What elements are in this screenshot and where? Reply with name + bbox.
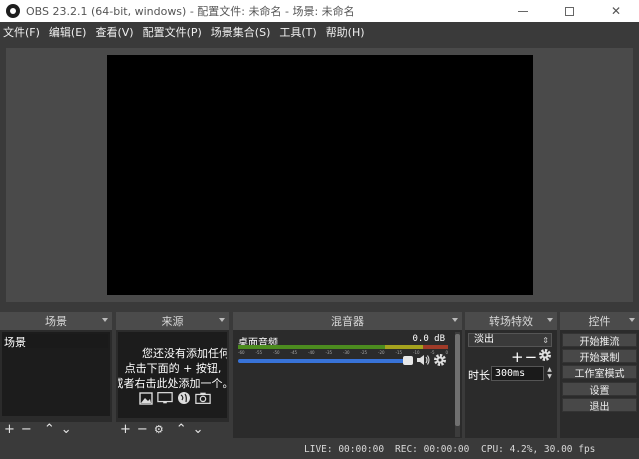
menu-tools[interactable]: 工具(T) <box>279 24 316 40</box>
dock-menu-icon[interactable] <box>547 318 553 322</box>
window-title: OBS 23.2.1 (64-bit, windows) - 配置文件: 未命名… <box>26 5 355 18</box>
controls-dock-title: 控件 <box>588 315 611 328</box>
mixer-track-db: 0.0 dB <box>412 334 445 344</box>
meter-tick-label: -55 <box>255 350 263 355</box>
transition-tools: + − <box>511 348 552 366</box>
scenes-toolbar: + − ⌃ ⌄ <box>0 422 112 438</box>
status-bar: LIVE: 00:00:00 REC: 00:00:00 CPU: 4.2%, … <box>0 441 639 459</box>
duration-spinner[interactable]: ▲ ▼ <box>545 366 554 381</box>
sources-list[interactable]: 您还没有添加任何源。 点击下面的 + 按钮, 或者右击此处添加一个。 <box>118 332 227 418</box>
transition-gear-icon[interactable] <box>538 348 552 366</box>
dock-menu-icon[interactable] <box>452 318 458 322</box>
close-icon: ✕ <box>610 4 622 18</box>
controls-dock: 控件 开始推流 开始录制 工作室模式 设置 退出 <box>560 312 639 438</box>
meter-tick-label: -30 <box>343 350 350 355</box>
title-bar: OBS 23.2.1 (64-bit, windows) - 配置文件: 未命名… <box>0 0 639 22</box>
select-arrows-icon: ⇕ <box>542 336 549 345</box>
sources-dock-header: 来源 <box>116 312 229 330</box>
mixer-dock-header: 混音器 <box>233 312 462 330</box>
move-scene-up-icon[interactable]: ⌃ <box>44 423 55 437</box>
speaker-icon[interactable] <box>416 354 430 366</box>
scenes-dock: 场景 场景 + − ⌃ ⌄ <box>0 312 112 438</box>
sources-empty-hint-3: 或者右击此处添加一个。 <box>118 377 227 390</box>
duration-label: 时长 <box>468 369 490 382</box>
remove-scene-icon[interactable]: − <box>21 423 32 437</box>
scenes-dock-header: 场景 <box>0 312 112 330</box>
menu-file[interactable]: 文件(F) <box>3 24 40 40</box>
meter-tick-label: -15 <box>395 350 403 355</box>
scenes-dock-title: 场景 <box>45 315 67 328</box>
remove-transition-icon[interactable]: − <box>525 348 538 366</box>
meter-tick-label: -60 <box>238 350 245 355</box>
controls-dock-header: 控件 <box>560 312 639 330</box>
display-capture-icon <box>157 391 173 405</box>
start-streaming-button[interactable]: 开始推流 <box>562 333 637 348</box>
menu-profile[interactable]: 配置文件(P) <box>143 24 202 40</box>
meter-tick-label: -20 <box>378 350 385 355</box>
sources-toolbar: + − ⚙ ⌃ ⌄ <box>116 422 229 438</box>
source-type-icons <box>138 391 211 405</box>
maximize-icon <box>564 6 574 16</box>
mixer-scrollbar[interactable] <box>455 332 460 437</box>
meter-tick-label: -35 <box>325 350 333 355</box>
sources-empty-hint-1: 您还没有添加任何源。 <box>142 347 227 360</box>
minimize-button[interactable] <box>500 0 546 22</box>
add-source-icon[interactable]: + <box>120 423 131 437</box>
minimize-icon <box>518 10 528 12</box>
spin-up-icon[interactable]: ▲ <box>545 366 554 373</box>
browser-source-icon <box>176 391 192 405</box>
menu-view[interactable]: 查看(V) <box>95 24 133 40</box>
mixer-track: 桌面音频 0.0 dB -60 -55 -50 -45 -40 -35 -30 -25 -20-… <box>235 332 453 437</box>
dock-menu-icon[interactable] <box>629 318 635 322</box>
volume-slider-handle[interactable] <box>403 356 413 365</box>
transitions-dock-title: 转场特效 <box>489 315 533 328</box>
start-recording-button[interactable]: 开始录制 <box>562 349 637 364</box>
menu-scene-collection[interactable]: 场景集合(S) <box>211 24 271 40</box>
add-transition-icon[interactable]: + <box>511 348 524 366</box>
remove-source-icon[interactable]: − <box>137 423 148 437</box>
move-source-up-icon[interactable]: ⌃ <box>176 423 187 437</box>
dock-menu-icon[interactable] <box>219 318 225 322</box>
transitions-dock: 转场特效 淡出 ⇕ + − 时长 300ms ▲ ▼ <box>465 312 557 438</box>
preview-canvas[interactable] <box>107 55 533 295</box>
studio-mode-button[interactable]: 工作室模式 <box>562 365 637 380</box>
exit-button[interactable]: 退出 <box>562 398 637 413</box>
duration-input[interactable]: 300ms <box>491 366 544 381</box>
menu-help[interactable]: 帮助(H) <box>326 24 365 40</box>
move-scene-down-icon[interactable]: ⌄ <box>61 423 72 437</box>
transition-selected: 淡出 <box>474 334 494 345</box>
close-button[interactable]: ✕ <box>593 0 639 22</box>
transitions-dock-header: 转场特效 <box>465 312 557 330</box>
source-properties-gear-icon[interactable]: ⚙ <box>154 423 164 437</box>
sources-dock-title: 来源 <box>161 315 184 328</box>
scene-list-item[interactable]: 场景 <box>2 334 108 349</box>
sources-dock: 来源 您还没有添加任何源。 点击下面的 + 按钮, 或者右击此处添加一个。 + … <box>116 312 229 438</box>
cpu-status: CPU: 4.2%, 30.00 fps <box>481 444 596 455</box>
mixer-dock-title: 混音器 <box>331 315 364 328</box>
settings-button[interactable]: 设置 <box>562 382 637 397</box>
mixer-gear-icon[interactable] <box>433 353 447 367</box>
volume-slider-track[interactable] <box>238 359 413 363</box>
obs-logo-icon <box>6 4 20 18</box>
meter-tick-label: -40 <box>308 350 315 355</box>
rec-status: REC: 00:00:00 <box>395 444 470 455</box>
volume-meter <box>238 345 448 349</box>
meter-tick-label: -25 <box>360 350 368 355</box>
dock-menu-icon[interactable] <box>102 318 108 322</box>
meter-tick-label: -50 <box>273 350 280 355</box>
transition-select[interactable]: 淡出 ⇕ <box>468 333 552 347</box>
live-status: LIVE: 00:00:00 <box>304 444 385 455</box>
menu-bar: 文件(F) 编辑(E) 查看(V) 配置文件(P) 场景集合(S) 工具(T) … <box>0 22 639 42</box>
sources-empty-hint-2: 点击下面的 + 按钮, <box>124 362 222 375</box>
meter-tick-label: -45 <box>290 350 298 355</box>
audio-mixer-dock: 混音器 桌面音频 0.0 dB -60 -55 -50 -45 -40 -35 -30 -25… <box>233 312 462 438</box>
camera-source-icon <box>195 391 211 405</box>
spin-down-icon[interactable]: ▼ <box>545 373 554 380</box>
add-scene-icon[interactable]: + <box>4 423 15 437</box>
mixer-scrollbar-thumb[interactable] <box>455 334 460 426</box>
maximize-button[interactable] <box>546 0 592 22</box>
image-source-icon <box>138 391 154 405</box>
move-source-down-icon[interactable]: ⌄ <box>193 423 204 437</box>
menu-edit[interactable]: 编辑(E) <box>49 24 87 40</box>
